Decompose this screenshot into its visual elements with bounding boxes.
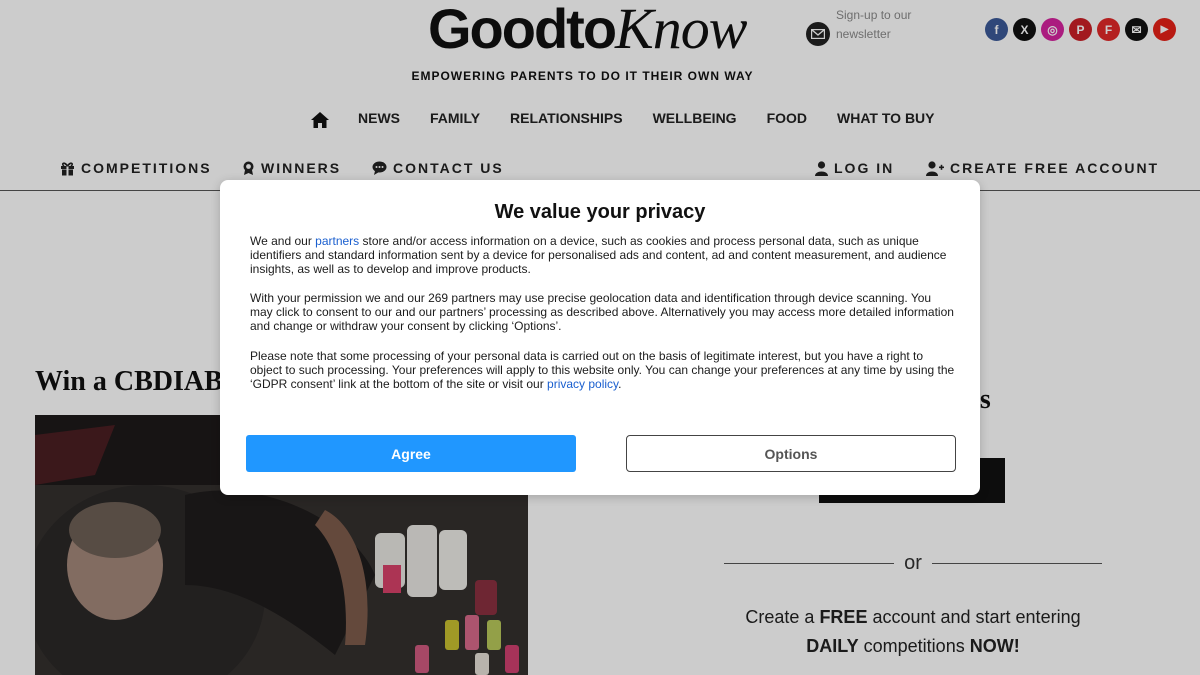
privacy-dialog: We value your privacy We and our partner… [220,180,980,495]
privacy-policy-link[interactable]: privacy policy [547,377,618,391]
privacy-paragraph-1: We and our partners store and/or access … [250,234,947,276]
privacy-paragraph-3: Please note that some processing of your… [250,349,955,391]
options-button[interactable]: Options [626,435,956,472]
partners-link[interactable]: partners [315,234,359,248]
agree-button[interactable]: Agree [246,435,576,472]
privacy-title: We value your privacy [494,201,706,223]
privacy-paragraph-2: With your permission we and our 269 part… [250,291,954,333]
page: GoodtoKnow Sign-up to our newsletter f X… [0,0,1200,675]
